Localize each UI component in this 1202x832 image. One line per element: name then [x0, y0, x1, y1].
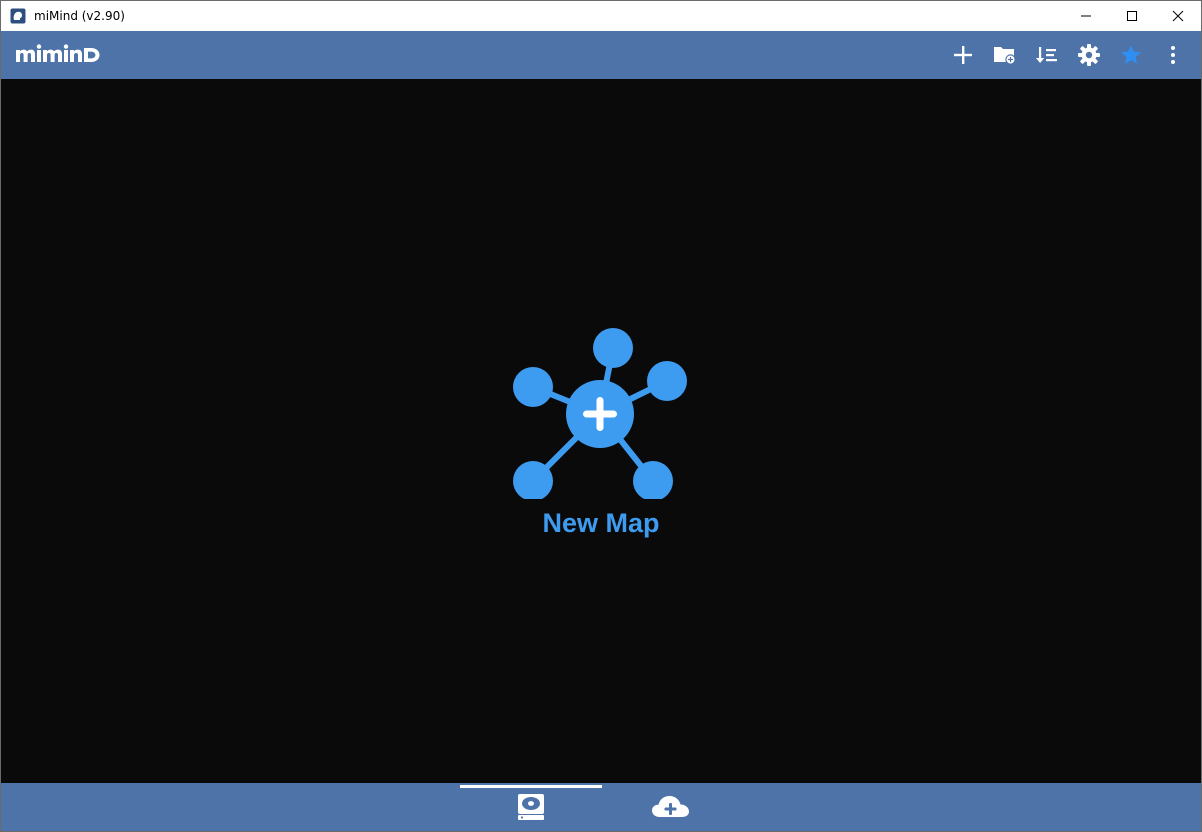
mimind-logo: [15, 44, 101, 71]
minimize-icon: [1081, 15, 1091, 17]
local-storage-icon: [518, 794, 544, 820]
favorite-button[interactable]: [1117, 41, 1145, 69]
tab-cloud[interactable]: [600, 783, 742, 831]
app-icon: [10, 8, 26, 24]
maximize-button[interactable]: [1109, 1, 1155, 31]
window-title: miMind (v2.90): [34, 9, 125, 23]
bottom-tab-bar: [1, 783, 1201, 831]
window-controls: [1063, 1, 1201, 31]
app-header: [1, 31, 1201, 79]
new-map-label: New Map: [542, 508, 660, 538]
gear-icon: [1078, 44, 1100, 66]
more-vertical-icon: [1171, 46, 1175, 64]
toolbar: [941, 31, 1201, 79]
tab-local[interactable]: [460, 783, 602, 831]
new-button[interactable]: [949, 41, 977, 69]
sort-icon: [1036, 47, 1057, 63]
minimize-button[interactable]: [1063, 1, 1109, 31]
settings-button[interactable]: [1075, 41, 1103, 69]
close-button[interactable]: [1155, 1, 1201, 31]
new-folder-button[interactable]: [991, 41, 1019, 69]
logo-wordmark: [16, 44, 100, 62]
cloud-add-icon: [652, 796, 689, 817]
more-options-button[interactable]: [1159, 41, 1187, 69]
mind-map-add-icon: [513, 328, 687, 501]
close-icon: [1172, 10, 1184, 22]
title-bar[interactable]: miMind (v2.90): [1, 1, 1201, 31]
app-window: miMind (v2.90) New Map: [0, 0, 1202, 832]
map-list-area: New Map: [1, 79, 1201, 783]
plus-icon: [954, 46, 972, 64]
new-map-button[interactable]: New Map: [501, 319, 701, 549]
star-icon: [1121, 45, 1141, 64]
folder-add-icon: [994, 47, 1016, 65]
maximize-icon: [1127, 11, 1137, 21]
sort-button[interactable]: [1033, 41, 1061, 69]
tab-selected-indicator: [460, 785, 602, 788]
